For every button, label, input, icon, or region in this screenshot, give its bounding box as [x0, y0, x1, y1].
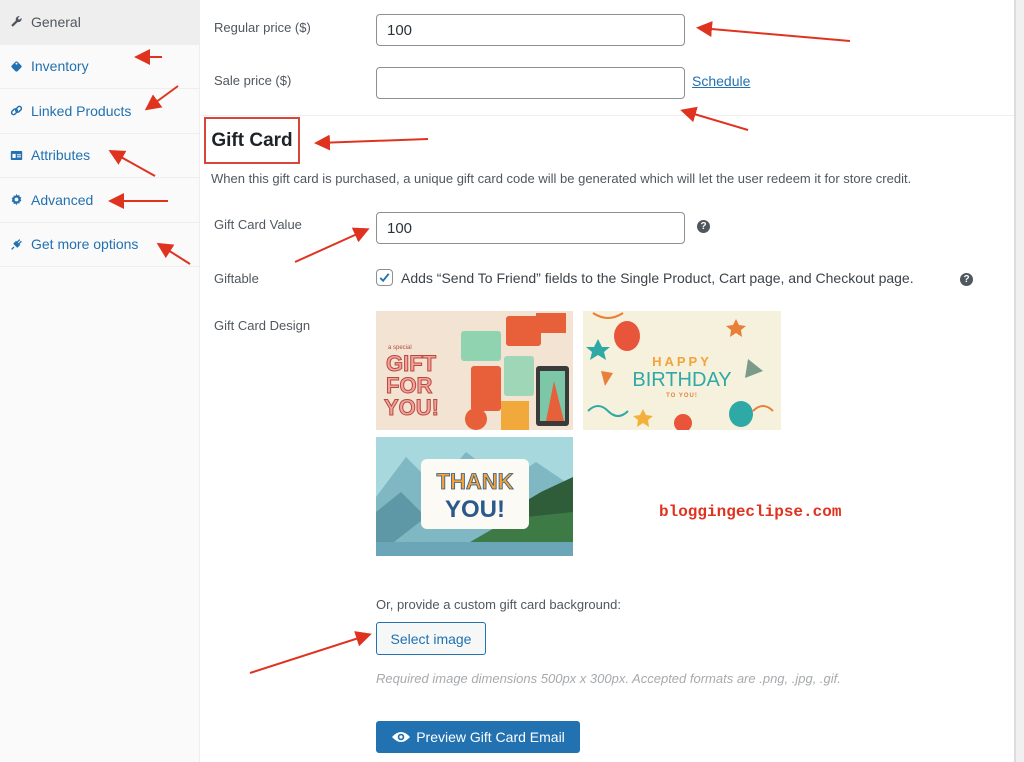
scrollbar-track[interactable]: [1014, 0, 1024, 762]
select-image-button[interactable]: Select image: [376, 622, 486, 655]
plug-icon: [8, 236, 24, 252]
help-icon[interactable]: ?: [697, 220, 710, 233]
design-2-line-1: HAPPY: [652, 354, 712, 369]
regular-price-input[interactable]: [376, 14, 685, 46]
tab-label: Linked Products: [31, 102, 132, 119]
tab-general[interactable]: General: [0, 0, 199, 45]
tab-linked-products[interactable]: Linked Products: [0, 89, 199, 134]
design-option-thank-you[interactable]: THANK YOU!: [376, 437, 573, 556]
link-icon: [8, 103, 24, 119]
help-icon[interactable]: ?: [960, 273, 973, 286]
tag-icon: [8, 58, 24, 74]
sale-price-label: Sale price ($): [214, 73, 292, 88]
design-option-gift-for-you[interactable]: a special GIFT FOR YOU!: [376, 311, 573, 430]
tab-label: Advanced: [31, 191, 94, 208]
gift-card-value-input[interactable]: [376, 212, 685, 244]
gift-card-value-label: Gift Card Value: [214, 217, 302, 232]
image-requirements-hint: Required image dimensions 500px x 300px.…: [376, 671, 841, 686]
general-panel: Regular price ($) Sale price ($) Schedul…: [201, 0, 1014, 762]
design-3-line-1: THANK: [437, 469, 514, 494]
design-1-line-3: YOU!: [384, 395, 439, 420]
tab-attributes[interactable]: Attributes: [0, 133, 199, 178]
gift-card-heading-highlight: Gift Card: [204, 117, 300, 164]
schedule-link[interactable]: Schedule: [692, 73, 750, 89]
tab-inventory[interactable]: Inventory: [0, 44, 199, 89]
custom-background-label: Or, provide a custom gift card backgroun…: [376, 597, 621, 612]
watermark-text: bloggingeclipse.com: [659, 503, 842, 521]
tab-label: Attributes: [31, 147, 91, 164]
preview-button-label: Preview Gift Card Email: [416, 729, 565, 745]
design-option-happy-birthday[interactable]: HAPPY BIRTHDAY TO YOU!: [583, 311, 781, 430]
tab-label: Get more options: [31, 236, 139, 253]
gift-card-design-label: Gift Card Design: [214, 318, 311, 333]
sale-price-input[interactable]: [376, 67, 685, 99]
preview-gift-card-email-button[interactable]: Preview Gift Card Email: [376, 721, 580, 753]
gear-icon: [8, 192, 24, 208]
eye-icon: [392, 732, 411, 742]
checkmark-icon: [379, 273, 390, 283]
happy-birthday-image: HAPPY BIRTHDAY TO YOU!: [583, 311, 781, 430]
product-data-tabs: General Inventory Linked Products Attrib…: [0, 0, 200, 762]
tab-label: Inventory: [31, 58, 89, 75]
giftable-label: Giftable: [214, 271, 259, 286]
gift-for-you-image: a special GIFT FOR YOU!: [376, 311, 573, 430]
tab-advanced[interactable]: Advanced: [0, 178, 199, 223]
gift-card-description: When this gift card is purchased, a uniq…: [211, 171, 912, 186]
regular-price-label: Regular price ($): [214, 20, 311, 35]
list-card-icon: [8, 147, 24, 163]
tab-get-more-options[interactable]: Get more options: [0, 222, 199, 267]
wrench-icon: [8, 14, 24, 30]
section-divider: [201, 115, 1014, 116]
design-2-line-3: TO YOU!: [666, 393, 698, 399]
gift-card-heading: Gift Card: [211, 129, 293, 151]
giftable-description: Adds “Send To Friend” fields to the Sing…: [401, 270, 914, 286]
tab-label: General: [31, 13, 81, 30]
design-3-line-2: YOU!: [445, 496, 505, 523]
giftable-checkbox[interactable]: [376, 269, 393, 286]
design-2-line-2: BIRTHDAY: [632, 369, 731, 391]
thank-you-image: THANK YOU!: [376, 437, 573, 556]
